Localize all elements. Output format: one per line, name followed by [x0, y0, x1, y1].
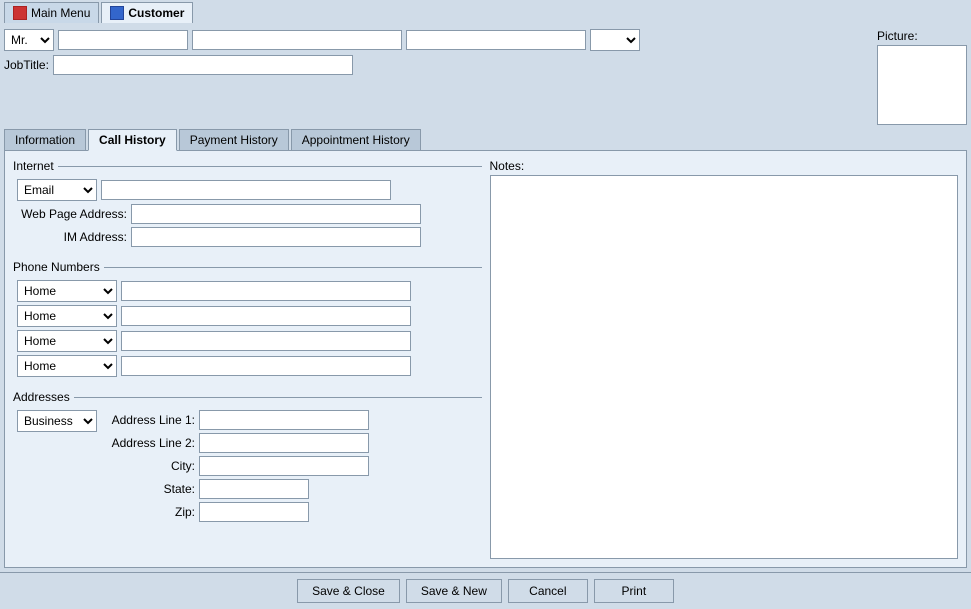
addr-zip-input[interactable]: [199, 502, 309, 522]
tab-appointment-history[interactable]: Appointment History: [291, 129, 421, 150]
main-menu-icon: [13, 6, 27, 20]
phone-row-1: HomeWorkMobileFaxOther: [17, 280, 478, 302]
phone-type-3[interactable]: HomeWorkMobileFaxOther: [17, 330, 117, 352]
phone-type-2[interactable]: HomeWorkMobileFaxOther: [17, 305, 117, 327]
webpage-input[interactable]: [131, 204, 421, 224]
top-form: Mr. Mrs. Ms. Dr. Jr. Sr. II III JobTitle…: [4, 29, 967, 125]
tab-call-history[interactable]: Call History: [88, 129, 177, 151]
address-section-title: Addresses: [13, 390, 70, 404]
phone-type-4[interactable]: HomeWorkMobileFaxOther: [17, 355, 117, 377]
webpage-row: Web Page Address:: [17, 204, 478, 224]
addr-state-label: State:: [105, 482, 195, 496]
tab-payment-history[interactable]: Payment History: [179, 129, 289, 150]
name-row: Mr. Mrs. Ms. Dr. Jr. Sr. II III: [4, 29, 871, 51]
addr-line2-row: Address Line 2:: [105, 433, 369, 453]
internet-section: Internet Email Email 2 Email 3: [13, 159, 482, 252]
addr-zip-label: Zip:: [105, 505, 195, 519]
internet-divider: [58, 166, 482, 167]
print-button[interactable]: Print: [594, 579, 674, 603]
picture-box: Picture:: [877, 29, 967, 125]
im-input[interactable]: [131, 227, 421, 247]
phone-title-line: Phone Numbers: [13, 260, 482, 274]
phone-type-1[interactable]: HomeWorkMobileFaxOther: [17, 280, 117, 302]
customer-icon: [110, 6, 124, 20]
phone-section-title: Phone Numbers: [13, 260, 100, 274]
im-row: IM Address:: [17, 227, 478, 247]
save-new-button[interactable]: Save & New: [406, 579, 502, 603]
phone-row-4: HomeWorkMobileFaxOther: [17, 355, 478, 377]
content-tabs-row: Information Call History Payment History…: [4, 129, 967, 151]
address-section: Addresses Business Home Other: [13, 390, 482, 524]
save-close-button[interactable]: Save & Close: [297, 579, 400, 603]
addr-line1-row: Address Line 1:: [105, 410, 369, 430]
phone-input-2[interactable]: [121, 306, 411, 326]
tab-customer[interactable]: Customer: [101, 2, 193, 23]
top-fields: Mr. Mrs. Ms. Dr. Jr. Sr. II III JobTitle…: [4, 29, 871, 75]
notes-textarea[interactable]: [490, 175, 959, 559]
jobtitle-label: JobTitle:: [4, 58, 49, 72]
addr-city-input[interactable]: [199, 456, 369, 476]
phone-input-1[interactable]: [121, 281, 411, 301]
phone-fields: HomeWorkMobileFaxOther HomeWorkMobileFax…: [13, 276, 482, 382]
phone-input-3[interactable]: [121, 331, 411, 351]
addr-state-row: State:: [105, 479, 369, 499]
right-panel: Notes:: [490, 159, 959, 559]
tab-main-menu[interactable]: Main Menu: [4, 2, 99, 23]
addr-line1-input[interactable]: [199, 410, 369, 430]
last-name-input[interactable]: [406, 30, 586, 50]
tab-payment-history-label: Payment History: [190, 133, 278, 147]
tab-appointment-history-label: Appointment History: [302, 133, 410, 147]
middle-name-input[interactable]: [192, 30, 402, 50]
addr-line2-label: Address Line 2:: [105, 436, 195, 450]
phone-row-2: HomeWorkMobileFaxOther: [17, 305, 478, 327]
tab-call-history-label: Call History: [99, 133, 166, 147]
address-divider: [74, 397, 482, 398]
tab-main-menu-label: Main Menu: [31, 6, 90, 20]
main-container: Mr. Mrs. Ms. Dr. Jr. Sr. II III JobTitle…: [0, 25, 971, 572]
addr-city-label: City:: [105, 459, 195, 473]
phone-input-4[interactable]: [121, 356, 411, 376]
picture-area[interactable]: [877, 45, 967, 125]
address-content: Business Home Other Address Line 1:: [13, 406, 482, 524]
webpage-label: Web Page Address:: [17, 207, 127, 221]
email-input[interactable]: [101, 180, 391, 200]
bottom-bar: Save & Close Save & New Cancel Print: [0, 572, 971, 609]
tab-information-label: Information: [15, 133, 75, 147]
name-prefix-select[interactable]: Mr. Mrs. Ms. Dr.: [4, 29, 54, 51]
tab-information[interactable]: Information: [4, 129, 86, 150]
im-label: IM Address:: [17, 230, 127, 244]
addr-state-input[interactable]: [199, 479, 309, 499]
left-panel: Internet Email Email 2 Email 3: [13, 159, 482, 559]
phone-row-3: HomeWorkMobileFaxOther: [17, 330, 478, 352]
addr-line1-label: Address Line 1:: [105, 413, 195, 427]
tab-panel-information: Internet Email Email 2 Email 3: [4, 151, 967, 568]
internet-section-title: Internet: [13, 159, 54, 173]
first-name-input[interactable]: [58, 30, 188, 50]
addr-line2-input[interactable]: [199, 433, 369, 453]
address-title-line: Addresses: [13, 390, 482, 404]
address-fields: Address Line 1: Address Line 2: City:: [105, 410, 369, 522]
internet-title-line: Internet: [13, 159, 482, 173]
name-suffix-select[interactable]: Jr. Sr. II III: [590, 29, 640, 51]
phone-section: Phone Numbers HomeWorkMobileFaxOther: [13, 260, 482, 382]
jobtitle-input[interactable]: [53, 55, 353, 75]
jobtitle-row: JobTitle:: [4, 55, 871, 75]
address-inner: Business Home Other Address Line 1:: [17, 410, 478, 522]
cancel-button[interactable]: Cancel: [508, 579, 588, 603]
phone-divider: [104, 267, 482, 268]
notes-label: Notes:: [490, 159, 959, 173]
email-row: Email Email 2 Email 3: [17, 179, 478, 201]
tab-customer-label: Customer: [128, 6, 184, 20]
addr-city-row: City:: [105, 456, 369, 476]
email-type-select[interactable]: Email Email 2 Email 3: [17, 179, 97, 201]
addr-zip-row: Zip:: [105, 502, 369, 522]
address-type-select[interactable]: Business Home Other: [17, 410, 97, 432]
content-area: Information Call History Payment History…: [4, 129, 967, 568]
title-bar: Main Menu Customer: [0, 0, 971, 25]
picture-label: Picture:: [877, 29, 918, 43]
internet-fields: Email Email 2 Email 3 Web Page Address: …: [13, 175, 482, 252]
